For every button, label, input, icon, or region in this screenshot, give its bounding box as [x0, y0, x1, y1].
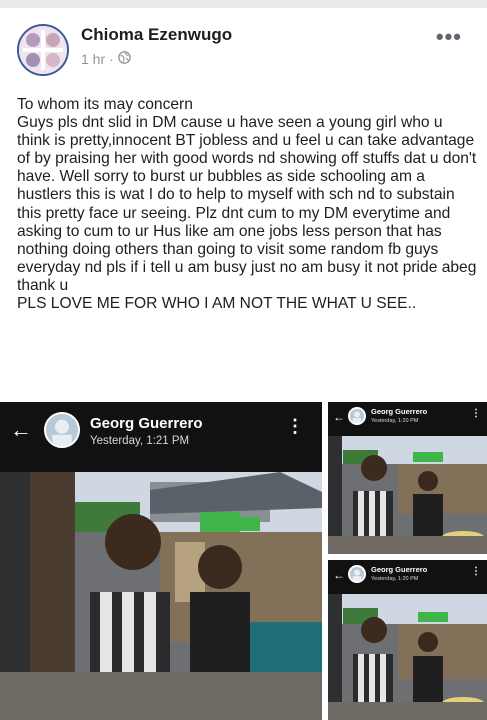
post-meta: 1 hr ·	[81, 51, 131, 67]
attached-photo-main[interactable]: ← Georg Guerrero Yesterday, 1:21 PM ⋮	[0, 402, 322, 720]
screenshot-time: Yesterday, 1:21 PM	[90, 435, 190, 447]
market-scene-photo	[328, 436, 487, 554]
screenshot-header: ← Georg Guerrero Yesterday, 1:20 PM ⋮	[328, 560, 487, 594]
screenshot-author: Georg Guerrero	[371, 407, 428, 416]
globe-icon	[117, 51, 131, 67]
author-avatar[interactable]	[17, 24, 69, 76]
attached-photo-3[interactable]: ← Georg Guerrero Yesterday, 1:20 PM ⋮	[328, 560, 487, 720]
back-arrow-icon: ←	[333, 568, 345, 582]
screenshot-header: ← Georg Guerrero Yesterday, 1:21 PM ⋮	[0, 402, 322, 472]
kebab-menu-icon: ⋮	[471, 566, 481, 577]
author-name[interactable]: Chioma Ezenwugo	[81, 25, 232, 45]
screenshot-header: ← Georg Guerrero Yesterday, 1:20 PM ⋮	[328, 402, 487, 436]
screenshot-time: Yesterday, 1:20 PM	[371, 418, 419, 424]
screenshot-avatar	[348, 407, 366, 425]
attached-photo-2[interactable]: ← Georg Guerrero Yesterday, 1:20 PM ⋮	[328, 402, 487, 554]
kebab-menu-icon: ⋮	[286, 416, 304, 436]
post-paragraph: Guys pls dnt slid in DM cause u have see…	[17, 114, 481, 294]
post-paragraph: To whom its may concern	[17, 96, 193, 113]
market-scene-photo	[328, 594, 487, 720]
screenshot-avatar	[348, 565, 366, 583]
screenshot-author: Georg Guerrero	[371, 565, 428, 574]
screenshot-author: Georg Guerrero	[90, 415, 203, 432]
post-time[interactable]: 1 hr	[81, 51, 105, 67]
meta-separator: ·	[109, 51, 114, 67]
post-header: Chioma Ezenwugo 1 hr · •••	[0, 8, 487, 90]
post-paragraph: PLS LOVE ME FOR WHO I AM NOT THE WHAT U …	[17, 295, 417, 313]
market-scene-photo	[0, 472, 322, 720]
kebab-menu-icon: ⋮	[471, 408, 481, 419]
post-body: To whom its may concern Guys pls dnt sli…	[17, 96, 479, 313]
back-arrow-icon: ←	[333, 410, 345, 424]
back-arrow-icon: ←	[10, 417, 32, 442]
screenshot-avatar	[44, 412, 80, 448]
post-options-button[interactable]: •••	[436, 24, 462, 50]
screenshot-time: Yesterday, 1:20 PM	[371, 576, 419, 582]
feed-top-divider	[0, 0, 487, 8]
